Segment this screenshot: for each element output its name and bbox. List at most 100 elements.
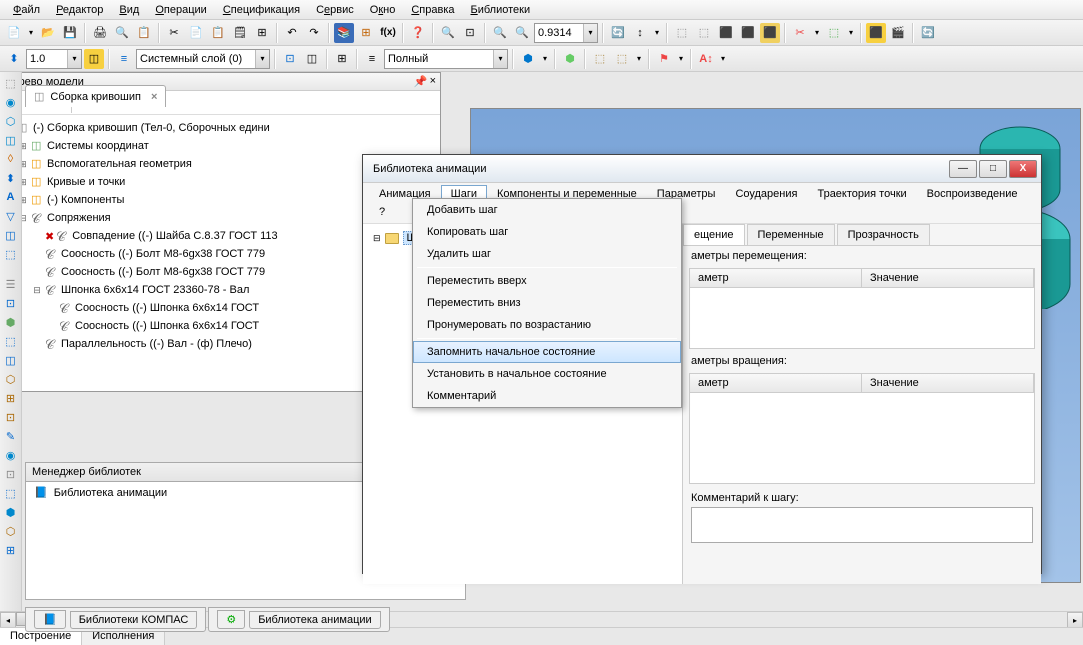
- lt-19-icon[interactable]: ✎: [2, 427, 20, 445]
- maximize-button[interactable]: □: [979, 160, 1007, 178]
- dd4-icon[interactable]: ▾: [846, 23, 856, 43]
- ctx-item-10[interactable]: Комментарий: [413, 385, 681, 407]
- dlg-menu-coll[interactable]: Соударения: [725, 185, 807, 203]
- orient-icon[interactable]: ↕: [630, 23, 650, 43]
- new-icon[interactable]: 📄: [4, 23, 24, 43]
- close-button[interactable]: X: [1009, 160, 1037, 178]
- tree-node[interactable]: ⊞◫Системы координат: [3, 137, 438, 155]
- scroll-right-icon[interactable]: ▸: [1067, 612, 1083, 628]
- lt-12-icon[interactable]: ⊡: [2, 294, 20, 312]
- cut-icon[interactable]: ✂: [164, 23, 184, 43]
- ortho-icon[interactable]: ⊡: [280, 49, 300, 69]
- lt-13-icon[interactable]: ⬢: [2, 313, 20, 331]
- lt-22-icon[interactable]: ⬚: [2, 484, 20, 502]
- scroll-left-icon[interactable]: ◂: [0, 612, 16, 628]
- zoom-prev-icon[interactable]: 🔍: [490, 23, 510, 43]
- vars-icon[interactable]: ⊞: [356, 23, 376, 43]
- print-icon[interactable]: 🖨: [90, 23, 110, 43]
- view-icon[interactable]: ⬚: [824, 23, 844, 43]
- lt-18-icon[interactable]: ⊡: [2, 408, 20, 426]
- menu-view[interactable]: Вид: [111, 2, 147, 18]
- dd6-icon[interactable]: ▾: [634, 49, 644, 69]
- hidden-icon[interactable]: ⬚: [694, 23, 714, 43]
- zoom-input[interactable]: [535, 24, 583, 42]
- grid-body2[interactable]: [690, 393, 1034, 483]
- grid2-icon[interactable]: ⊞: [332, 49, 352, 69]
- ctx-item-9[interactable]: Установить в начальное состояние: [413, 363, 681, 385]
- lt-9-icon[interactable]: ◫: [2, 226, 20, 244]
- refresh-icon[interactable]: 🔄: [918, 23, 938, 43]
- pin-icon[interactable]: 📌: [414, 75, 428, 88]
- bottom-tab-1[interactable]: 📘Библиотеки КОМПАС: [25, 607, 206, 632]
- help-icon[interactable]: ❓: [408, 23, 428, 43]
- close-panel-icon[interactable]: ×: [430, 75, 436, 88]
- dd7-icon[interactable]: ▾: [676, 49, 686, 69]
- lt-8-icon[interactable]: ▽: [2, 207, 20, 225]
- dlg-menu-play[interactable]: Воспроизведение: [917, 185, 1028, 203]
- lib-icon[interactable]: 📚: [334, 23, 354, 43]
- flag-icon[interactable]: ⚑: [654, 49, 674, 69]
- lt-11-icon[interactable]: ☰: [2, 275, 20, 293]
- ctx-item-1[interactable]: Копировать шаг: [413, 221, 681, 243]
- section-icon[interactable]: ✂: [790, 23, 810, 43]
- dlg-menu-traj[interactable]: Траектория точки: [807, 185, 916, 203]
- dd5-icon[interactable]: ▾: [540, 49, 550, 69]
- dd8-icon[interactable]: ▾: [718, 49, 728, 69]
- lt-6-icon[interactable]: ⬍: [2, 169, 20, 187]
- menu-libraries[interactable]: Библиотеки: [463, 2, 539, 18]
- zoom-fit-icon[interactable]: 🔍: [512, 23, 532, 43]
- dlg-tab-trans[interactable]: Прозрачность: [837, 224, 930, 245]
- lt-21-icon[interactable]: ⊡: [2, 465, 20, 483]
- zoom-in-icon[interactable]: 🔍: [438, 23, 458, 43]
- menu-window[interactable]: Окно: [362, 2, 404, 18]
- comment-textarea[interactable]: [691, 507, 1033, 543]
- minimize-button[interactable]: —: [949, 160, 977, 178]
- ctx-item-6[interactable]: Пронумеровать по возрастанию: [413, 314, 681, 336]
- lt-24-icon[interactable]: ⬡: [2, 522, 20, 540]
- dlg-tab-vars[interactable]: Переменные: [747, 224, 835, 245]
- layer-icon[interactable]: ⬍: [4, 49, 24, 69]
- lt-4-icon[interactable]: ◫: [2, 131, 20, 149]
- lt-17-icon[interactable]: ⊞: [2, 389, 20, 407]
- linestyle-combo[interactable]: ▾: [384, 49, 508, 69]
- layer-combo[interactable]: ▾: [136, 49, 270, 69]
- lt-7-icon[interactable]: A: [2, 188, 20, 206]
- hatch-icon[interactable]: ◫: [84, 49, 104, 69]
- lt-3-icon[interactable]: ⬡: [2, 112, 20, 130]
- lt-1-icon[interactable]: ⬚: [2, 74, 20, 92]
- zoom-window-icon[interactable]: ⊡: [460, 23, 480, 43]
- menu-service[interactable]: Сервис: [308, 2, 362, 18]
- render-icon[interactable]: ⬛: [866, 23, 886, 43]
- lt-25-icon[interactable]: ⊞: [2, 541, 20, 559]
- lt-5-icon[interactable]: ◊: [2, 150, 20, 168]
- layers-icon[interactable]: ≡: [114, 49, 134, 69]
- doc-icon[interactable]: 📋: [134, 23, 154, 43]
- menu-file[interactable]: Файл: [5, 2, 48, 18]
- ctx-item-5[interactable]: Переместить вниз: [413, 292, 681, 314]
- save-icon[interactable]: 💾: [60, 23, 80, 43]
- shade-icon[interactable]: ⬛: [716, 23, 736, 43]
- dd3-icon[interactable]: ▾: [812, 23, 822, 43]
- menu-help[interactable]: Справка: [403, 2, 462, 18]
- props-icon[interactable]: 🗒: [230, 23, 250, 43]
- scale-combo[interactable]: ▾: [26, 49, 82, 69]
- ctx-item-4[interactable]: Переместить вверх: [413, 270, 681, 292]
- ctx-item-0[interactable]: Добавить шаг: [413, 199, 681, 221]
- dd-icon[interactable]: ▾: [26, 23, 36, 43]
- dialog-titlebar[interactable]: Библиотека анимации — □ X: [363, 155, 1041, 183]
- solid-icon[interactable]: ⬢: [518, 49, 538, 69]
- fx-icon[interactable]: f(x): [378, 23, 398, 43]
- bottom-tab-2[interactable]: ⚙Библиотека анимации: [208, 607, 389, 632]
- lt-20-icon[interactable]: ◉: [2, 446, 20, 464]
- redo-icon[interactable]: ↷: [304, 23, 324, 43]
- dlg-tab-move[interactable]: ещение: [683, 224, 745, 245]
- solid2-icon[interactable]: ⬢: [560, 49, 580, 69]
- tree-root[interactable]: ◫(-) Сборка кривошип (Тел-0, Сборочных е…: [3, 119, 438, 137]
- ctx-item-2[interactable]: Удалить шаг: [413, 243, 681, 265]
- line-style-icon[interactable]: ≡: [362, 49, 382, 69]
- preview-icon[interactable]: 🔍: [112, 23, 132, 43]
- menu-editor[interactable]: Редактор: [48, 2, 111, 18]
- menu-operations[interactable]: Операции: [147, 2, 214, 18]
- wire-icon[interactable]: ⬚: [672, 23, 692, 43]
- rotate-icon[interactable]: 🔄: [608, 23, 628, 43]
